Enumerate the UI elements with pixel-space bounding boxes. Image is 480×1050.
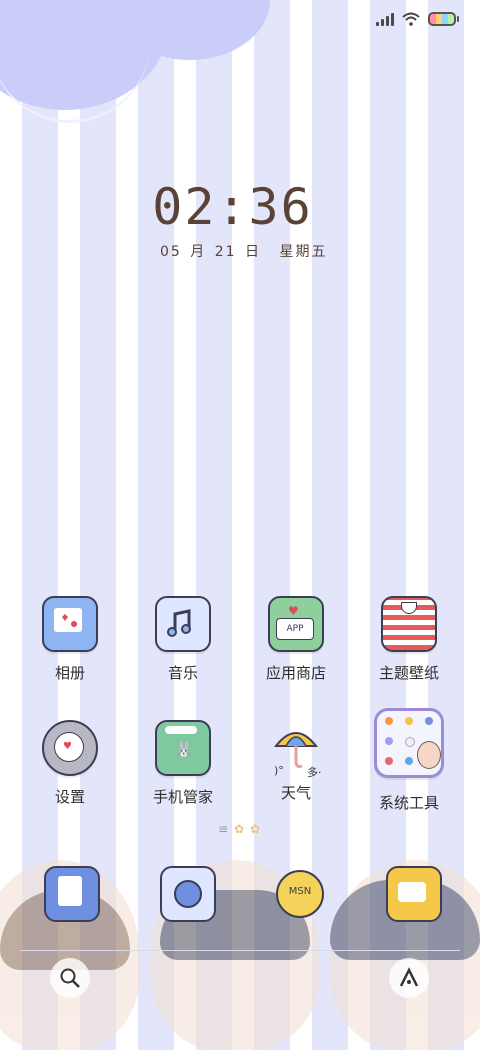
- app-system-tools-folder[interactable]: 系统工具: [353, 708, 465, 813]
- app-label: 设置: [54, 788, 85, 806]
- app-label: 天气: [280, 784, 311, 802]
- app-label: 相册: [54, 664, 85, 682]
- app-label: 音乐: [167, 664, 198, 682]
- photos-icon: [42, 596, 98, 652]
- search-icon[interactable]: [50, 958, 90, 998]
- app-music[interactable]: 音乐: [127, 596, 239, 683]
- app-photos[interactable]: 相册: [14, 596, 126, 683]
- app-store-icon: APP ♥: [268, 596, 324, 652]
- battery-icon: [428, 12, 459, 26]
- browser-icon[interactable]: [160, 866, 216, 922]
- phone-manager-icon: 🐰: [155, 720, 211, 776]
- date-day: 21: [214, 244, 237, 260]
- camera-icon[interactable]: [386, 866, 442, 922]
- signal-icon: [376, 12, 394, 26]
- dock-background-art: [0, 830, 480, 1050]
- app-label: 系统工具: [378, 794, 439, 812]
- app-label: 应用商店: [265, 664, 326, 682]
- date-day-unit: 日: [245, 244, 262, 260]
- weather-desc: 多·: [307, 766, 322, 779]
- music-icon: [155, 596, 211, 652]
- app-weather[interactable]: 天气: [240, 720, 352, 803]
- app-label: 主题壁纸: [378, 664, 439, 682]
- assistant-icon[interactable]: [389, 958, 429, 998]
- date-month: 05: [160, 244, 182, 260]
- dock-divider: [20, 950, 460, 951]
- folder-icon: [374, 708, 444, 778]
- app-theme-wallpaper[interactable]: 主题壁纸: [353, 596, 465, 683]
- clock-time: 02:36: [152, 178, 313, 236]
- date-weekday: 星期五: [279, 244, 328, 260]
- app-settings[interactable]: ♥ 设置: [14, 720, 126, 807]
- weather-temp: )°: [274, 764, 284, 777]
- date-line: 05 月 21 日 星期五: [160, 241, 329, 261]
- app-phone-manager[interactable]: 🐰 手机管家: [127, 720, 239, 807]
- date-month-unit: 月: [190, 244, 207, 260]
- msn-label: MSN: [276, 870, 324, 918]
- app-store[interactable]: APP ♥ 应用商店: [240, 596, 352, 683]
- gear-icon: ♥: [42, 720, 98, 776]
- store-badge: APP: [276, 618, 314, 640]
- app-label: 手机管家: [152, 788, 213, 806]
- wifi-icon: [402, 12, 420, 26]
- theme-wallpaper-icon: [381, 596, 437, 652]
- status-bar: [376, 12, 459, 26]
- msn-icon[interactable]: MSN: [272, 866, 324, 918]
- calculator-icon[interactable]: [44, 866, 100, 922]
